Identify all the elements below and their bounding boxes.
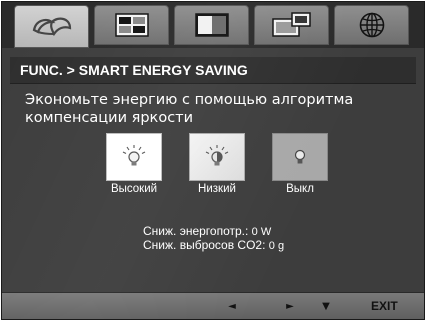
co2-reduction-label: Сниж. выбросов CO2: [143,238,266,252]
option-high-button[interactable] [106,133,162,181]
tab-picture[interactable] [94,5,169,45]
option-low-button[interactable] [189,133,245,181]
bulb-bright-icon [122,145,146,166]
left-arrow-button[interactable]: ◄ [225,300,239,314]
energy-reduction-row: Сниж. энергопотр.: 0 W [143,224,271,238]
color-settings-icon [194,13,229,37]
picture-settings-icon [114,13,149,37]
right-arrow-button[interactable]: ► [283,300,297,314]
menu-tab-strip [2,2,424,48]
description-line-2: компенсации яркости [25,110,194,126]
tab-display[interactable] [254,5,329,45]
bottom-nav-bar: ◄ ► ▼ EXIT [2,292,424,319]
energy-reduction-label: Сниж. энергопотр.: [143,224,249,238]
osd-window: FUNC. > SMART ENERGY SAVING Экономьте эн… [1,1,425,320]
tab-language[interactable] [334,5,409,45]
bulb-off-icon [294,149,306,164]
display-setup-icon [271,12,311,37]
exit-button[interactable]: EXIT [371,299,398,313]
co2-reduction-row: Сниж. выбросов CO2: 0 g [143,238,284,252]
description-line-1: Экономьте энергию с помощью алгоритма [25,92,354,108]
bulb-dim-icon [205,145,229,166]
energy-reduction-value: 0 W [251,226,272,238]
tab-color[interactable] [174,5,249,45]
option-high-label: Высокий [110,183,158,195]
tab-func[interactable] [14,5,89,48]
eco-leaf-icon [32,17,71,36]
description: Экономьте энергию с помощью алгоритма ко… [25,91,415,127]
globe-language-icon [359,12,384,38]
down-arrow-button[interactable]: ▼ [319,300,333,314]
co2-reduction-value: 0 g [268,240,285,252]
page-title: FUNC. > SMART ENERGY SAVING [10,57,416,84]
option-off-label: Выкл [286,183,314,195]
option-off-button[interactable] [272,133,328,181]
option-low-label: Низкий [198,183,236,195]
